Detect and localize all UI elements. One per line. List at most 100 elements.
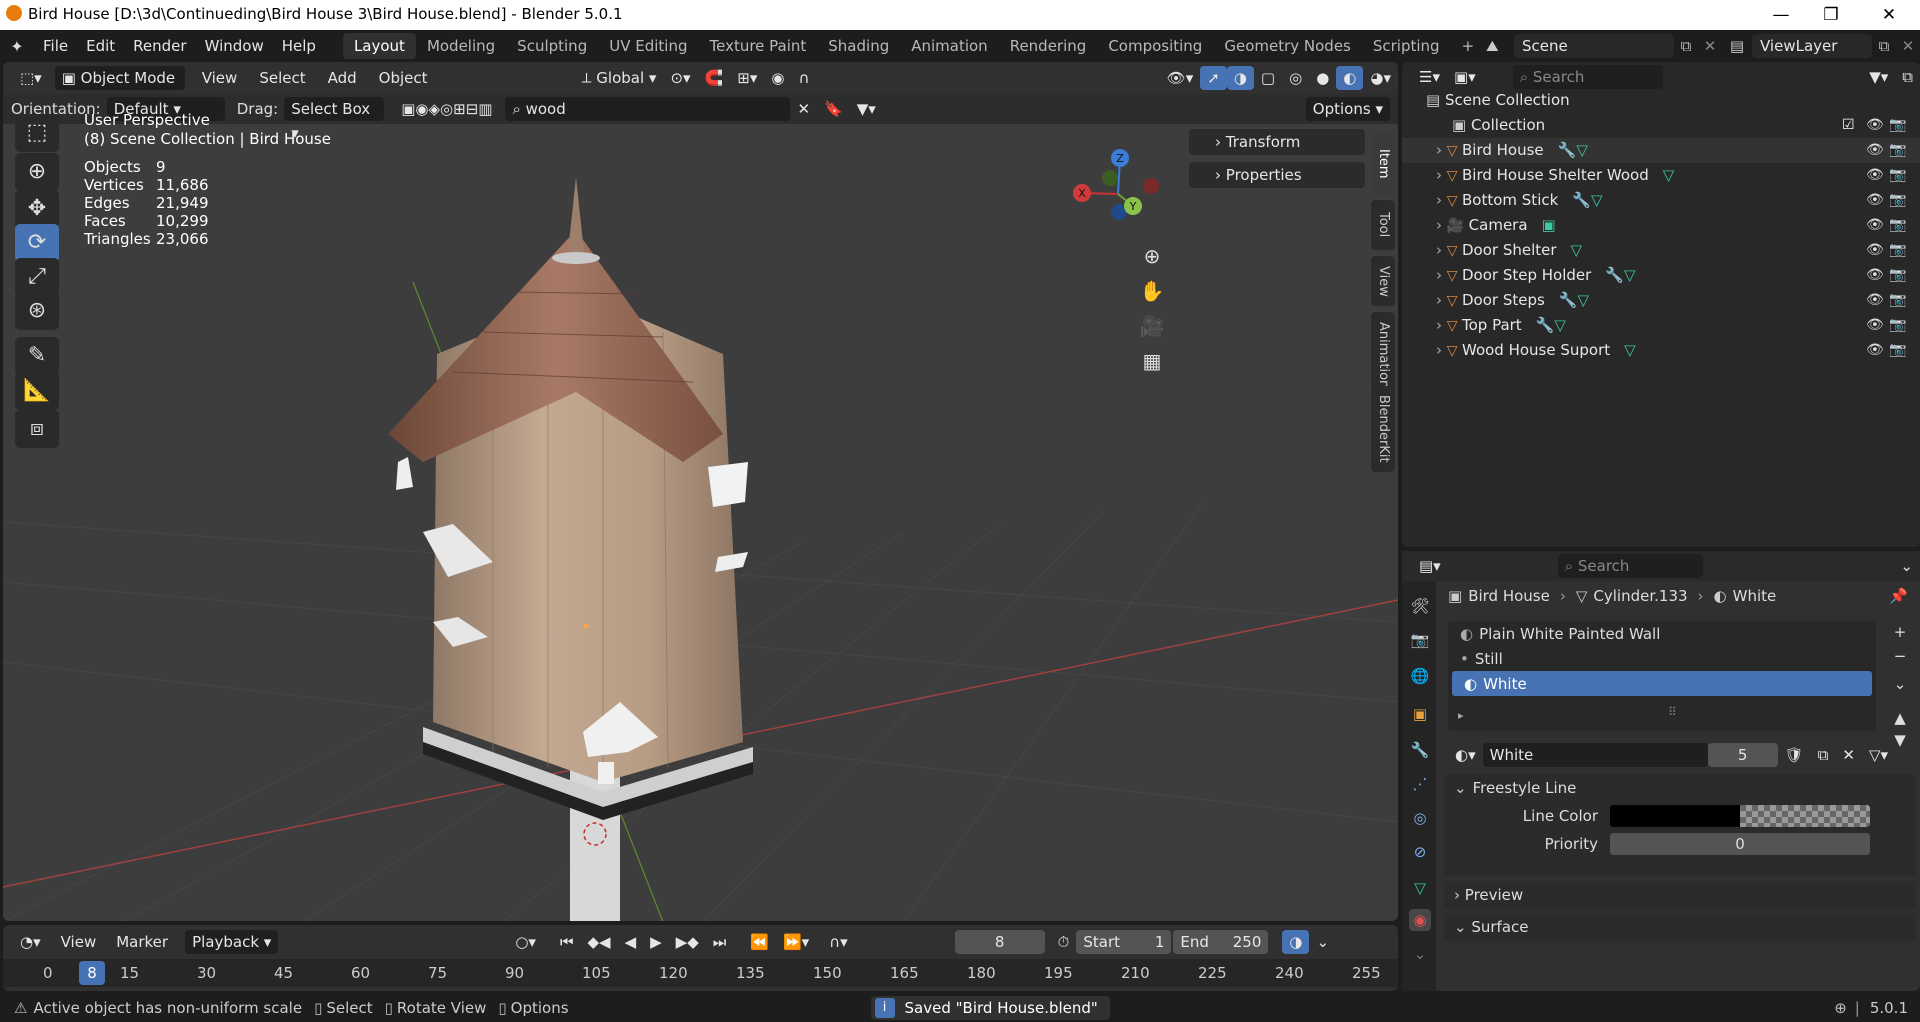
eye-icon[interactable]: 👁	[1866, 113, 1884, 138]
outliner-item-camera[interactable]: › 🎥 Camera ▣ 👁 📷	[1402, 213, 1920, 238]
expand-icon[interactable]: ›	[1436, 341, 1447, 359]
camera-render-icon[interactable]: 📷	[1889, 138, 1906, 163]
camera-render-icon[interactable]: 📷	[1889, 188, 1906, 213]
line-color-swatch[interactable]	[1610, 805, 1740, 827]
step-forward-icon[interactable]: ⏩▾	[776, 930, 816, 954]
tab-uv-editing[interactable]: UV Editing	[598, 33, 698, 59]
resize-handle-icon[interactable]: ⠿	[1668, 705, 1677, 719]
scene-selector[interactable]: Scene	[1514, 34, 1674, 58]
expand-icon[interactable]: ›	[1436, 241, 1447, 259]
link-type-icon[interactable]: ▽▾	[1862, 743, 1895, 767]
outliner-editor-icon[interactable]: ☰▾	[1412, 65, 1447, 89]
outliner-search-input[interactable]: ⌕ Search	[1512, 65, 1663, 89]
material-browse-icon[interactable]: ◐▾	[1448, 743, 1483, 767]
playhead[interactable]: 8	[79, 961, 105, 985]
minimize-button[interactable]: —	[1758, 2, 1804, 28]
collection-row[interactable]: ▣ Collection ☑ 👁 📷	[1402, 113, 1920, 138]
expand-icon[interactable]: ›	[1436, 216, 1447, 234]
constraints-tab-icon[interactable]: ⊘	[1409, 841, 1431, 863]
falloff-icon[interactable]: ∩	[791, 66, 816, 90]
object-tab-icon[interactable]: ▣	[1409, 703, 1431, 725]
camera-render-icon[interactable]: 📷	[1889, 238, 1906, 263]
eye-icon[interactable]: 👁	[1866, 213, 1884, 238]
play-reverse-icon[interactable]: ◀	[618, 930, 644, 954]
expand-icon[interactable]: ›	[1436, 141, 1447, 159]
outliner-filter-icon[interactable]: ▼▾	[1862, 65, 1895, 89]
viewport-menu-object[interactable]: Object	[372, 66, 435, 90]
transform-panel-header[interactable]: › Transform	[1189, 129, 1365, 155]
auto-key-icon[interactable]: ○▾	[508, 930, 543, 954]
next-keyframe-icon[interactable]: ▶◆	[669, 930, 706, 954]
sidetab-item[interactable]: Item	[1371, 134, 1395, 194]
new-scene-icon[interactable]: ⧉	[1674, 37, 1698, 55]
list-item[interactable]: ◐ Plain White Painted Wall	[1448, 621, 1876, 646]
menu-help[interactable]: Help	[273, 33, 325, 59]
eye-icon[interactable]: 👁	[1866, 188, 1884, 213]
outliner-item-shelter-wood[interactable]: › ▽ Bird House Shelter Wood ▽ 👁 📷	[1402, 163, 1920, 188]
timeline-editor-icon[interactable]: ◔▾	[13, 930, 48, 954]
menu-edit[interactable]: Edit	[77, 33, 124, 59]
mode-selector[interactable]: ▣ Object Mode ▾	[54, 66, 185, 111]
eye-icon[interactable]: 👁	[1866, 338, 1884, 363]
world-tab-icon[interactable]: 🌐	[1409, 665, 1431, 687]
viewport-search-input[interactable]: ⌕ wood	[505, 97, 791, 121]
tab-animation[interactable]: Animation	[900, 33, 998, 59]
shading-material-icon[interactable]: ◐	[1336, 66, 1364, 90]
bookmark-icon[interactable]: 🔖	[817, 97, 850, 121]
camera-render-icon[interactable]: 📷	[1889, 163, 1906, 188]
eye-icon[interactable]: 👁	[1866, 163, 1884, 188]
eye-icon[interactable]: 👁	[1866, 138, 1884, 163]
maximize-button[interactable]: ❐	[1808, 2, 1854, 28]
stopwatch-icon[interactable]: ⏱	[1051, 930, 1077, 954]
timeline-menu-view[interactable]: View	[54, 930, 104, 954]
scroll-down-icon[interactable]: ⌄	[1409, 943, 1431, 965]
list-expand-icon[interactable]: ▸	[1458, 709, 1464, 722]
expand-icon[interactable]: ›	[1436, 291, 1447, 309]
drag-dropdown[interactable]: Select Box ▾	[284, 97, 385, 142]
pivot-point-icon[interactable]: ⊙▾	[663, 66, 697, 90]
priority-field[interactable]: 0	[1610, 833, 1870, 855]
material-tab-icon[interactable]: ◉	[1409, 909, 1431, 931]
select-box-tool[interactable]: ⬚	[15, 114, 59, 152]
start-frame-field[interactable]: Start 1	[1076, 930, 1172, 954]
chevron-down-icon[interactable]: ⌄	[1893, 554, 1920, 578]
camera-render-icon[interactable]: 📷	[1889, 338, 1906, 363]
move-tool[interactable]: ✥	[15, 190, 59, 228]
new-viewlayer-icon[interactable]: ⧉	[1872, 37, 1896, 55]
tab-texture-paint[interactable]: Texture Paint	[698, 33, 817, 59]
material-users-count[interactable]: 5	[1707, 743, 1778, 767]
prev-keyframe-icon[interactable]: ◆◀	[580, 930, 617, 954]
transform-orientation[interactable]: ⟂ Global ▾	[575, 66, 664, 90]
outliner-item-bottom-stick[interactable]: › ▽ Bottom Stick 🔧▽ 👁 📷	[1402, 188, 1920, 213]
zoom-icon[interactable]: ⊕	[1135, 239, 1169, 273]
gizmo-toggle-icon[interactable]: ➚	[1200, 66, 1227, 90]
play-icon[interactable]: ▶	[643, 930, 669, 954]
measure-tool[interactable]: 📐	[15, 372, 59, 410]
scene-collection-row[interactable]: ▤ Scene Collection	[1402, 88, 1920, 113]
move-up-icon[interactable]: ▲	[1888, 709, 1912, 731]
filter-icon[interactable]: ▼▾	[850, 97, 883, 121]
preview-panel-header[interactable]: › Preview	[1444, 881, 1916, 909]
proportional-edit-icon[interactable]: ◉	[764, 66, 791, 90]
tab-layout[interactable]: Layout	[342, 33, 416, 59]
xray-icon[interactable]: ▢	[1254, 66, 1282, 90]
material-name-field[interactable]: White	[1482, 743, 1708, 767]
camera-render-icon[interactable]: 📷	[1889, 113, 1906, 138]
render-tab-icon[interactable]: 📷	[1409, 629, 1431, 651]
annotate-tool[interactable]: ✎	[15, 337, 59, 375]
camera-render-icon[interactable]: 📷	[1889, 263, 1906, 288]
gizmo-neg-y[interactable]	[1102, 170, 1118, 186]
expand-icon[interactable]: ›	[1436, 166, 1447, 184]
surface-panel-header[interactable]: ⌄ Surface	[1444, 913, 1916, 941]
overlay-toggle-icon[interactable]: ◑	[1226, 66, 1254, 90]
editor-type-icon[interactable]: ⬚▾	[13, 66, 49, 90]
remove-scene-icon[interactable]: ✕	[1698, 37, 1722, 55]
options-dropdown[interactable]: Options ▾	[1305, 97, 1390, 121]
frame-ruler[interactable]: 0 15 30 45 60 75 90 105 120 135 150 165 …	[3, 959, 1398, 987]
transform-tool[interactable]: ⊛	[15, 292, 59, 330]
pin-icon[interactable]: 📌	[1889, 587, 1908, 605]
menu-render[interactable]: Render	[124, 33, 195, 59]
close-button[interactable]: ✕	[1866, 2, 1912, 28]
blender-menu-icon[interactable]: ✦	[0, 37, 34, 56]
snap-icon[interactable]: 🧲	[698, 66, 731, 90]
